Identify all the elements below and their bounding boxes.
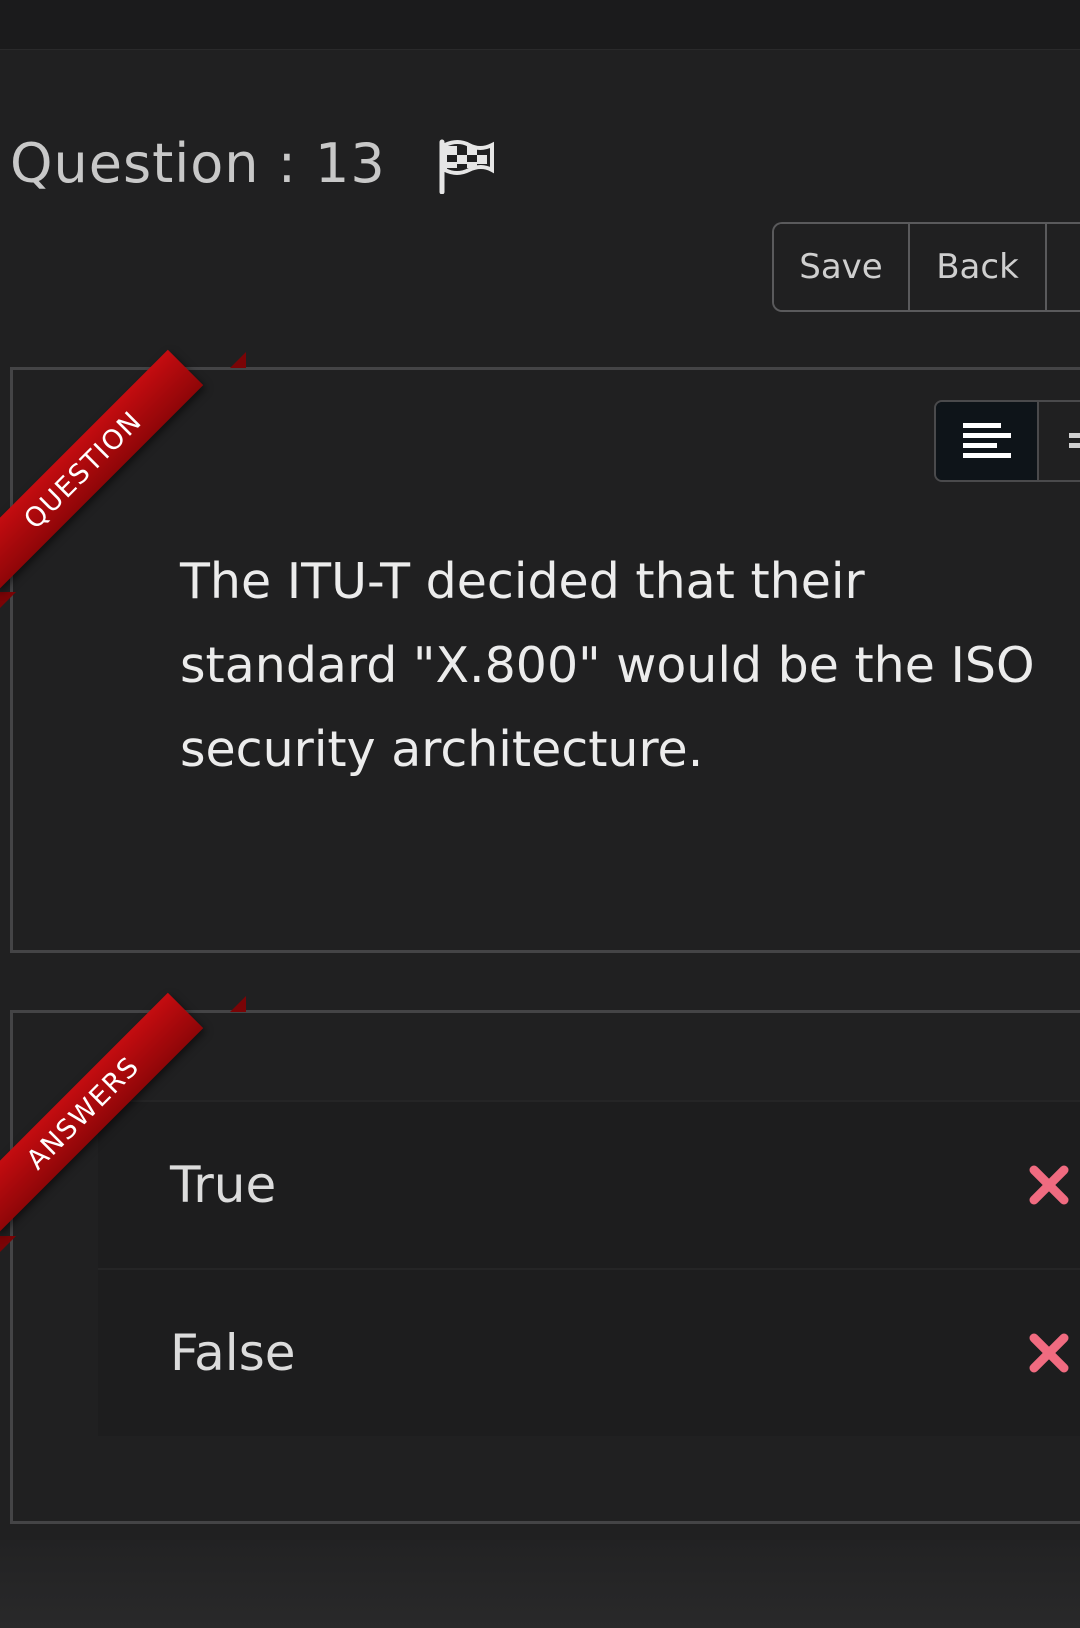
answer-option-true[interactable]: True bbox=[98, 1100, 1080, 1268]
align-left-icon[interactable] bbox=[936, 402, 1039, 480]
next-button[interactable] bbox=[1047, 224, 1080, 310]
ribbon-fold bbox=[230, 352, 246, 368]
answer-option-false[interactable]: False bbox=[98, 1268, 1080, 1436]
top-bar bbox=[0, 0, 1080, 50]
ribbon-fold bbox=[0, 592, 16, 608]
back-button[interactable]: Back bbox=[910, 224, 1047, 310]
action-button-group: Save Back bbox=[772, 222, 1080, 312]
answer-list: True False bbox=[98, 1100, 1080, 1436]
answer-label: True bbox=[170, 1156, 277, 1214]
question-number: Question : 13 bbox=[10, 132, 386, 195]
text-align-toggle bbox=[934, 400, 1080, 482]
answer-label: False bbox=[170, 1324, 296, 1382]
x-mark-icon bbox=[1029, 1165, 1069, 1205]
quiz-page: Question : 13 Save Back The ITU-T decide… bbox=[0, 0, 1080, 1628]
question-text: The ITU-T decided that their standard "X… bbox=[180, 553, 1035, 778]
ribbon-fold bbox=[0, 1236, 16, 1252]
flag-checkered-icon[interactable] bbox=[436, 134, 496, 194]
save-button[interactable]: Save bbox=[774, 224, 910, 310]
question-header: Question : 13 bbox=[10, 132, 496, 195]
align-right-icon[interactable] bbox=[1038, 402, 1080, 480]
bottom-bar bbox=[0, 1540, 1080, 1628]
ribbon-fold bbox=[230, 996, 246, 1012]
x-mark-icon bbox=[1029, 1333, 1069, 1373]
